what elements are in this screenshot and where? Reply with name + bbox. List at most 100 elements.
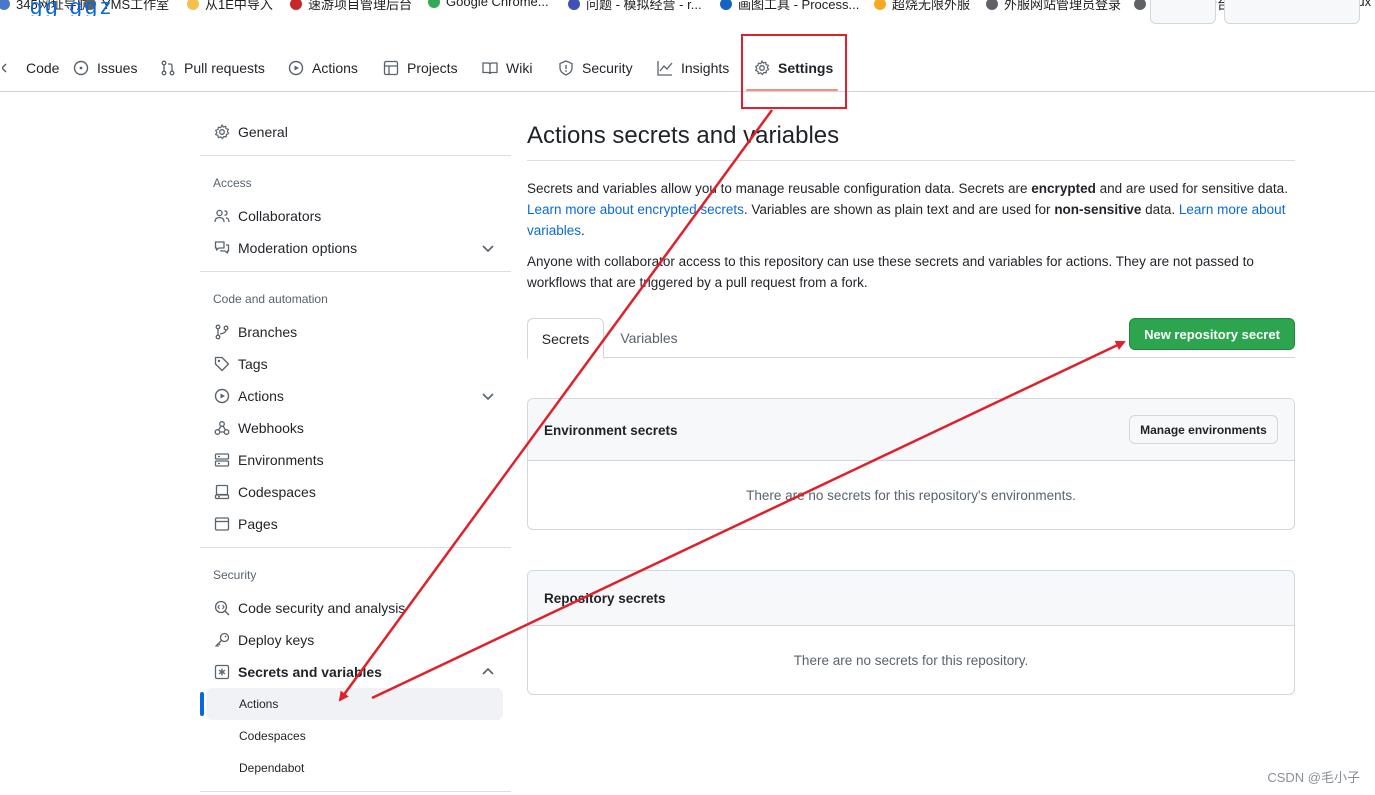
sidebar-subitem-dependabot[interactable]: Dependabot (239, 761, 304, 777)
server-icon (214, 453, 230, 467)
bookmark-label: Google Chrome... (446, 0, 549, 9)
bookmark-favicon-icon (428, 0, 440, 8)
sidebar-item-actions[interactable]: Actions (214, 384, 498, 408)
sidebar-item-codespaces[interactable]: Codespaces (214, 480, 498, 504)
tab-variables[interactable]: Variables (613, 318, 685, 358)
sidebar-heading-security: Security (213, 568, 257, 582)
sidebar-item-code-security[interactable]: Code security and analysis (214, 596, 498, 620)
bookmark-item[interactable]: 问题 - 模拟经营 - r... (568, 0, 702, 12)
chevron-up-icon[interactable] (480, 664, 496, 680)
sidebar-item-label: General (238, 124, 288, 140)
sidebar-subitem-actions[interactable]: Actions (239, 697, 278, 713)
comment-discussion-icon (214, 241, 230, 254)
sidebar-item-webhooks[interactable]: Webhooks (214, 416, 498, 440)
repository-secrets-box: Repository secrets There are no secrets … (527, 570, 1295, 695)
new-repository-secret-button[interactable]: New repository secret (1129, 318, 1295, 350)
intro-text: data. (1141, 202, 1179, 217)
tab-pull-requests[interactable]: Pull requests (160, 58, 265, 78)
header-button[interactable] (1150, 0, 1216, 24)
bookmark-favicon-icon (0, 0, 10, 10)
intro-text: . (581, 223, 585, 238)
sidebar-item-deploy-keys[interactable]: Deploy keys (214, 628, 498, 652)
sidebar-sub-active-indicator (200, 692, 204, 716)
intro-text: . Variables are shown as plain text and … (743, 202, 1055, 217)
sidebar-item-label: Codespaces (238, 484, 316, 500)
bookmark-item[interactable]: 速游项目管理后台 (290, 0, 412, 12)
repository-secrets-empty: There are no secrets for this repository… (793, 653, 1029, 668)
sidebar-divider (200, 791, 511, 792)
tab-code[interactable]: Code (2, 58, 59, 78)
environment-secrets-box: Environment secrets Manage environments … (527, 398, 1295, 530)
repository-secrets-title: Repository secrets (544, 591, 666, 606)
tab-security-label: Security (582, 60, 633, 76)
access-paragraph: Anyone with collaborator access to this … (527, 254, 1254, 290)
sidebar-item-tags[interactable]: Tags (214, 352, 498, 376)
chevron-down-icon[interactable] (480, 240, 496, 256)
sidebar-subitem-codespaces[interactable]: Codespaces (239, 729, 306, 745)
branch-icon (215, 324, 229, 340)
bookmark-item[interactable]: 超烧无限外服 (874, 0, 970, 12)
bookmark-label: 从1E中导入 (205, 0, 273, 12)
tab-actions[interactable]: Actions (288, 58, 358, 78)
tab-security[interactable]: Security (558, 58, 633, 78)
sidebar-item-label: Actions (238, 388, 284, 404)
bookmark-label: 超烧无限外服 (892, 0, 971, 12)
bookmark-item[interactable]: 画图工具 - Process... (720, 0, 859, 12)
sidebar-item-label: Pages (238, 516, 278, 532)
intro-emphasis: non-sensitive (1054, 202, 1142, 217)
bookmark-label: 速游项目管理后台 (308, 0, 413, 12)
tab-issues[interactable]: Issues (73, 58, 137, 78)
tab-projects[interactable]: Projects (383, 58, 458, 78)
shield-icon (559, 60, 573, 76)
book-icon (482, 62, 498, 75)
issue-icon (73, 60, 89, 76)
sidebar-item-label: Moderation options (238, 240, 358, 256)
manage-environments-button[interactable]: Manage environments (1129, 415, 1278, 444)
sidebar-item-pages[interactable]: Pages (214, 512, 498, 536)
sidebar-item-secrets-variables[interactable]: Secrets and variables (214, 660, 498, 684)
pull-request-icon (161, 60, 175, 76)
sidebar-item-environments[interactable]: Environments (214, 448, 498, 472)
browser-icon (214, 517, 230, 531)
sidebar-heading-code-automation: Code and automation (213, 292, 328, 306)
tag-icon (214, 356, 230, 372)
tab-actions-label: Actions (312, 60, 358, 76)
bookmark-item[interactable]: 从1E中导入 (187, 0, 273, 12)
tab-issues-label: Issues (97, 60, 138, 76)
tab-code-label: Code (26, 60, 60, 76)
sidebar-item-collaborators[interactable]: Collaborators (214, 204, 498, 228)
main-content: Actions secrets and variables Secrets an… (527, 92, 1295, 795)
header-button[interactable] (1224, 0, 1360, 24)
bookmark-label: 外服网站管理员登录 (1004, 0, 1122, 12)
bookmark-item[interactable]: Google Chrome... (428, 0, 549, 9)
sidebar-item-label: Code security and analysis (238, 600, 406, 616)
play-icon (214, 388, 230, 404)
asterisk-icon (214, 664, 230, 680)
bookmark-favicon-icon (720, 0, 732, 10)
bookmark-label: 画图工具 - Process... (738, 0, 860, 12)
settings-sidebar: General Access Collaborators Moderation … (200, 92, 512, 795)
bookmark-item[interactable]: 外服网站管理员登录 (986, 0, 1121, 12)
environment-secrets-title: Environment secrets (544, 423, 678, 438)
chevron-down-icon[interactable] (480, 388, 496, 404)
code-icon (2, 63, 7, 73)
codescan-icon (214, 600, 230, 616)
sidebar-item-label: Deploy keys (238, 632, 315, 648)
sidebar-item-branches[interactable]: Branches (214, 320, 498, 344)
environment-secrets-header: Environment secrets Manage environments (528, 399, 1294, 461)
learn-more-secrets-link[interactable]: Learn more about encrypted secrets (527, 202, 744, 217)
tab-insights[interactable]: Insights (657, 58, 729, 78)
bookmark-label: 问题 - 模拟经营 - r... (586, 0, 702, 12)
sidebar-item-general[interactable]: General (214, 120, 498, 144)
table-icon (383, 60, 399, 76)
bookmark-favicon-icon (874, 0, 886, 10)
tab-wiki[interactable]: Wiki (482, 58, 532, 78)
repo-name-partial[interactable]: gg ggz (30, 0, 120, 16)
sidebar-item-moderation-options[interactable]: Moderation options (214, 236, 498, 260)
tab-secrets[interactable]: Secrets (527, 318, 604, 359)
repository-secrets-header: Repository secrets (528, 571, 1294, 626)
sidebar-divider (200, 547, 511, 548)
tab-projects-label: Projects (407, 60, 458, 76)
intro-text: Secrets and variables allow you to manag… (527, 181, 1032, 196)
environment-secrets-empty: There are no secrets for this repository… (746, 488, 1076, 503)
